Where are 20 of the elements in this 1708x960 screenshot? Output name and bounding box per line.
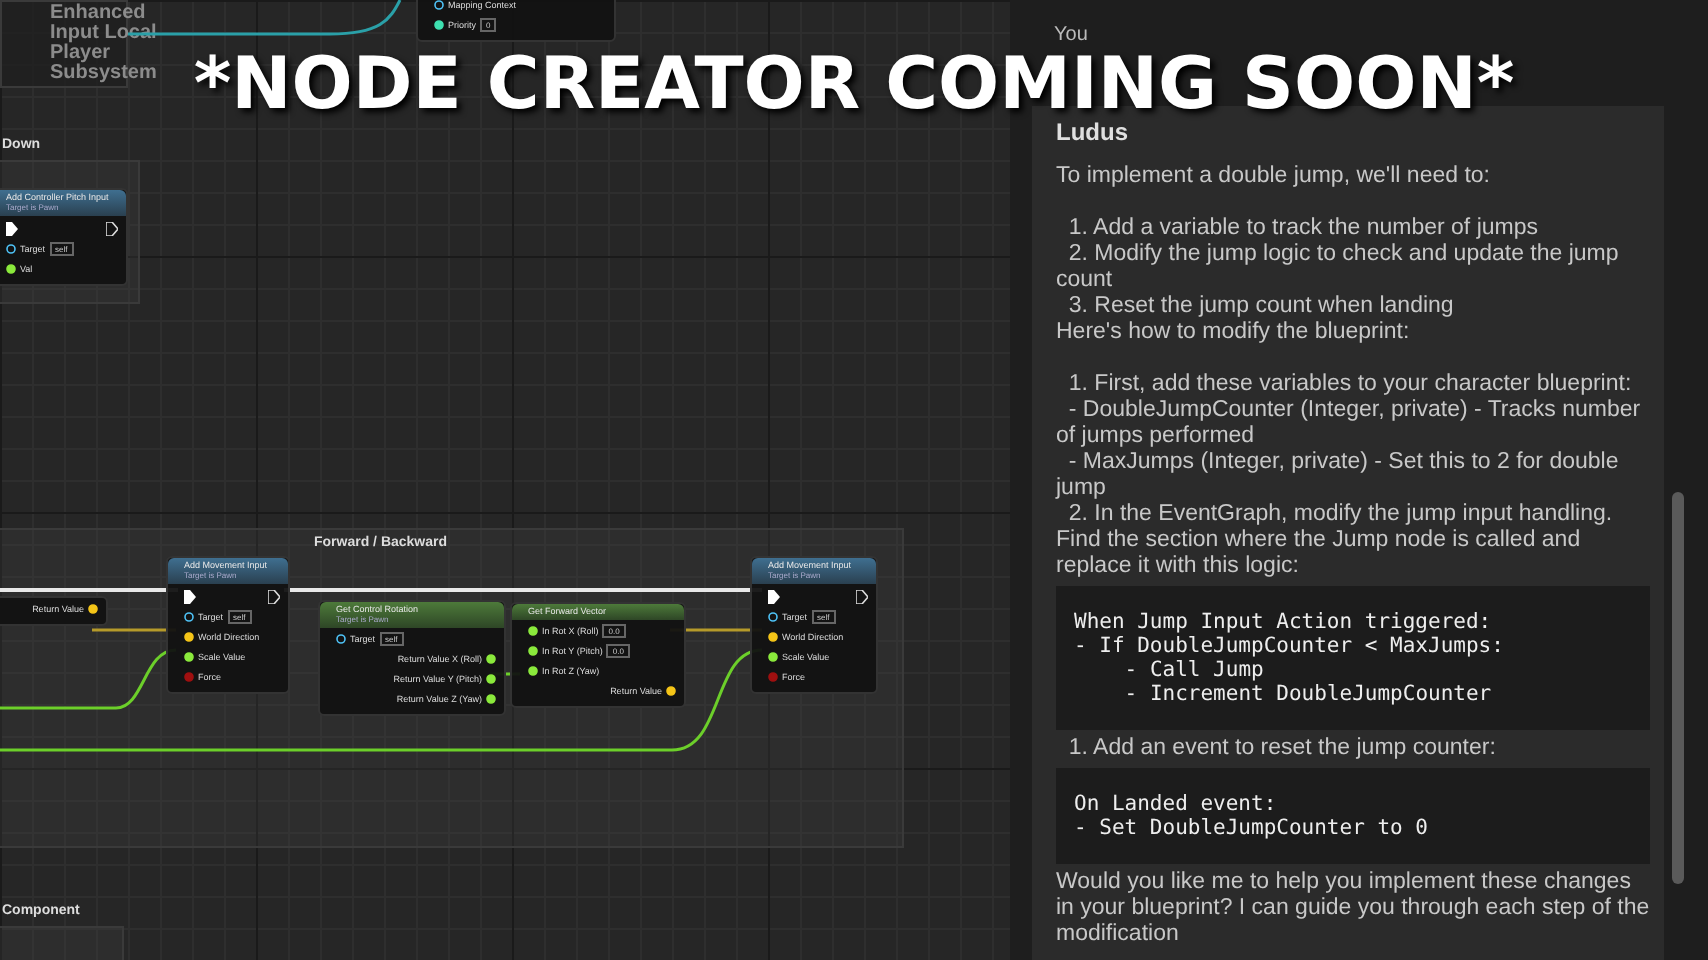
message-text: 1. Add an event to reset the jump counter: bbox=[1066, 736, 1498, 762]
exec-pin-icon[interactable] bbox=[268, 590, 280, 604]
exec-pin-icon[interactable] bbox=[184, 590, 196, 604]
message-author: Ludus bbox=[1056, 118, 1130, 146]
exec-pin-icon[interactable] bbox=[6, 222, 18, 236]
code-block: On Landed event: - Set DoubleJumpCounter to 0 bbox=[1056, 768, 1650, 864]
pin-icon[interactable] bbox=[336, 633, 346, 643]
exec-pin-icon[interactable] bbox=[768, 590, 780, 604]
message-text: Would you like me to help you implement these changes in your blueprint? I can guide you through each step of the modification bbox=[1056, 870, 1650, 948]
message-author: You bbox=[1054, 24, 1090, 46]
exec-pin-icon[interactable] bbox=[106, 222, 118, 236]
code-block: When Jump Input Action triggered: - If DoubleJumpCounter < MaxJumps: - Call Jump - Increment DoubleJumpCounter bbox=[1056, 586, 1650, 730]
exec-pin-icon[interactable] bbox=[856, 590, 868, 604]
pin-icon[interactable] bbox=[768, 611, 778, 621]
scrollbar[interactable] bbox=[1672, 492, 1684, 884]
banner-text: *NODE CREATOR COMING SOON* bbox=[193, 52, 1515, 120]
pin-icon[interactable] bbox=[184, 611, 194, 621]
message-text: To implement a double jump, we'll need to: 1. Add a variable to track the number of jumps 2. Modify the jump logic to check and update the jump count 3. Reset the jump count when landing Here's how to modify the blueprint: 1. First, add these variables to your character blueprint: - DoubleJumpCounter (Integer, private) - Tracks number of jumps performed - MaxJumps (Integer, private) - Set this to 2 for double jump 2. In the EventGraph, modify the jump input handling. Find the section where the Jump node is called and replace it with this logic: bbox=[1056, 164, 1643, 580]
pin-icon[interactable] bbox=[434, 0, 444, 9]
pin-icon[interactable] bbox=[6, 243, 16, 253]
